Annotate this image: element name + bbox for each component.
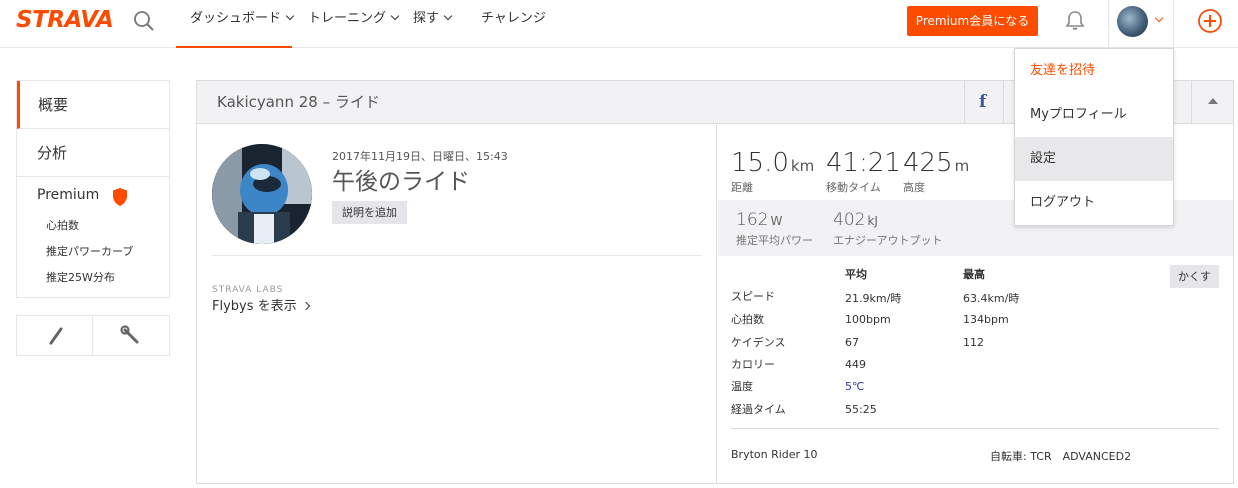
stat-moving-time: 41:21 xyxy=(826,148,901,178)
nav-training[interactable]: トレーニング xyxy=(308,0,400,48)
table-cell-avg: 449 xyxy=(845,358,866,371)
divider xyxy=(731,428,1219,429)
activity-name[interactable]: 午後のライド xyxy=(332,162,470,196)
stat-energy: 402 kJ xyxy=(833,210,878,230)
table-cell-avg: 67 xyxy=(845,336,859,349)
sidebar-item-overview[interactable]: 概要 xyxy=(17,81,169,129)
strava-logo[interactable]: STRAVA xyxy=(16,7,114,33)
premium-upgrade-button[interactable]: Premium会員になる xyxy=(907,6,1038,36)
table-row-label: ケイデンス xyxy=(731,336,786,349)
premium-label: Premium xyxy=(37,187,100,203)
table-header-max: 最高 xyxy=(963,268,985,281)
device-name: Bryton Rider 10 xyxy=(731,448,818,461)
shield-icon xyxy=(111,185,129,206)
table-cell-avg: 21.9km/時 xyxy=(845,292,902,305)
stat-label: 移動タイム xyxy=(826,181,881,194)
menu-item-settings[interactable]: 設定 xyxy=(1015,137,1173,181)
stat-value: 15.0 xyxy=(731,148,789,178)
edit-pencil-icon[interactable] xyxy=(17,316,93,355)
table-row-label: カロリー xyxy=(731,358,775,371)
sidebar-item-analysis[interactable]: 分析 xyxy=(17,129,169,177)
user-dropdown-menu: 友達を招待 Myプロフィール 設定 ログアウト xyxy=(1014,48,1174,226)
nav-challenges-label: チャレンジ xyxy=(481,11,546,26)
stat-unit: m xyxy=(954,157,970,175)
bell-icon[interactable] xyxy=(1064,9,1086,31)
stat-unit: kJ xyxy=(867,214,878,228)
table-cell-avg: 55:25 xyxy=(845,403,877,416)
hide-details-button[interactable]: かくす xyxy=(1170,265,1219,288)
facebook-icon: f xyxy=(979,92,987,112)
divider xyxy=(212,255,702,256)
stat-elevation: 425 m xyxy=(903,148,969,178)
stat-avg-power: 162 W xyxy=(736,210,782,230)
nav-explore[interactable]: 探す xyxy=(413,0,453,48)
user-menu-toggle[interactable] xyxy=(1108,0,1174,48)
flybys-label: Flybys を表示 xyxy=(212,299,297,314)
table-header-avg: 平均 xyxy=(845,268,867,281)
athlete-photo[interactable] xyxy=(212,144,312,244)
chevron-down-icon xyxy=(1154,13,1164,23)
wrench-icon[interactable] xyxy=(93,316,169,355)
table-cell-avg: 100bpm xyxy=(845,313,891,326)
chevron-down-icon xyxy=(285,11,295,21)
caret-up-icon xyxy=(1208,98,1218,104)
sidebar-item-label: 分析 xyxy=(37,144,68,162)
sidebar-premium-heading: Premium xyxy=(17,177,169,213)
search-icon[interactable] xyxy=(132,9,156,33)
stat-label: 高度 xyxy=(903,181,925,194)
add-plus-icon[interactable] xyxy=(1197,8,1223,34)
table-cell-max: 63.4km/時 xyxy=(963,292,1020,305)
stat-unit: km xyxy=(790,157,815,175)
chevron-down-icon xyxy=(390,11,400,21)
avatar xyxy=(1117,6,1148,37)
stat-distance: 15.0 km xyxy=(731,148,814,178)
table-row-label: 経過タイム xyxy=(731,403,786,416)
stat-label: 推定平均パワー xyxy=(736,234,813,247)
sidebar-subitem-heartrate[interactable]: 心拍数 xyxy=(17,213,169,239)
chevron-right-icon xyxy=(301,301,310,311)
table-row-label: 温度 xyxy=(731,380,753,393)
stat-value: 41:21 xyxy=(826,148,901,178)
table-cell-max: 112 xyxy=(963,336,984,349)
stat-value: 402 xyxy=(833,210,866,230)
bike-name[interactable]: 自転車: TCR ADVANCED2 xyxy=(990,448,1131,464)
menu-item-logout[interactable]: ログアウト xyxy=(1015,181,1173,225)
table-row-label: スピード xyxy=(731,290,775,303)
activity-summary: 2017年11月19日、日曜日、15:43 午後のライド 説明を追加 STRAV… xyxy=(197,125,717,483)
menu-item-my-profile[interactable]: Myプロフィール xyxy=(1015,93,1173,137)
table-cell-max: 134bpm xyxy=(963,313,1009,326)
top-navigation: STRAVA ダッシュボード トレーニング 探す チャレンジ Premium会員… xyxy=(0,0,1238,48)
add-description-button[interactable]: 説明を追加 xyxy=(332,201,407,224)
facebook-share-button[interactable]: f xyxy=(964,81,1004,124)
collapse-button[interactable] xyxy=(1191,81,1233,124)
nav-dashboard[interactable]: ダッシュボード xyxy=(176,0,295,48)
stat-label: エナジーアウトプット xyxy=(833,234,943,247)
stat-value: 162 xyxy=(736,210,769,230)
table-row-label: 心拍数 xyxy=(731,313,764,326)
flybys-link[interactable]: Flybys を表示 xyxy=(212,295,310,314)
menu-item-invite-friends[interactable]: 友達を招待 xyxy=(1015,49,1173,93)
strava-labs-label: STRAVA LABS xyxy=(212,285,284,295)
activity-tools xyxy=(16,315,170,356)
stat-value: 425 xyxy=(903,148,953,178)
nav-dashboard-label: ダッシュボード xyxy=(190,11,282,26)
nav-training-label: トレーニング xyxy=(308,11,387,26)
stat-unit: W xyxy=(770,214,783,228)
stat-label: 距離 xyxy=(731,181,753,194)
sidebar-subitem-power-curve[interactable]: 推定パワーカーブ xyxy=(17,239,169,265)
nav-explore-label: 探す xyxy=(413,11,440,26)
sidebar-menu: 概要 分析 Premium 心拍数 推定パワーカーブ 推定25W分布 xyxy=(16,80,170,298)
table-cell-avg: 5℃ xyxy=(845,380,865,393)
sidebar-subitem-power-distribution[interactable]: 推定25W分布 xyxy=(17,265,169,291)
nav-challenges[interactable]: チャレンジ xyxy=(481,0,546,48)
chevron-down-icon xyxy=(443,11,453,21)
sidebar-item-label: 概要 xyxy=(38,96,69,114)
sidebar: 概要 分析 Premium 心拍数 推定パワーカーブ 推定25W分布 xyxy=(16,80,170,298)
activity-header-title: Kakicyann 28 – ライド xyxy=(217,93,380,111)
